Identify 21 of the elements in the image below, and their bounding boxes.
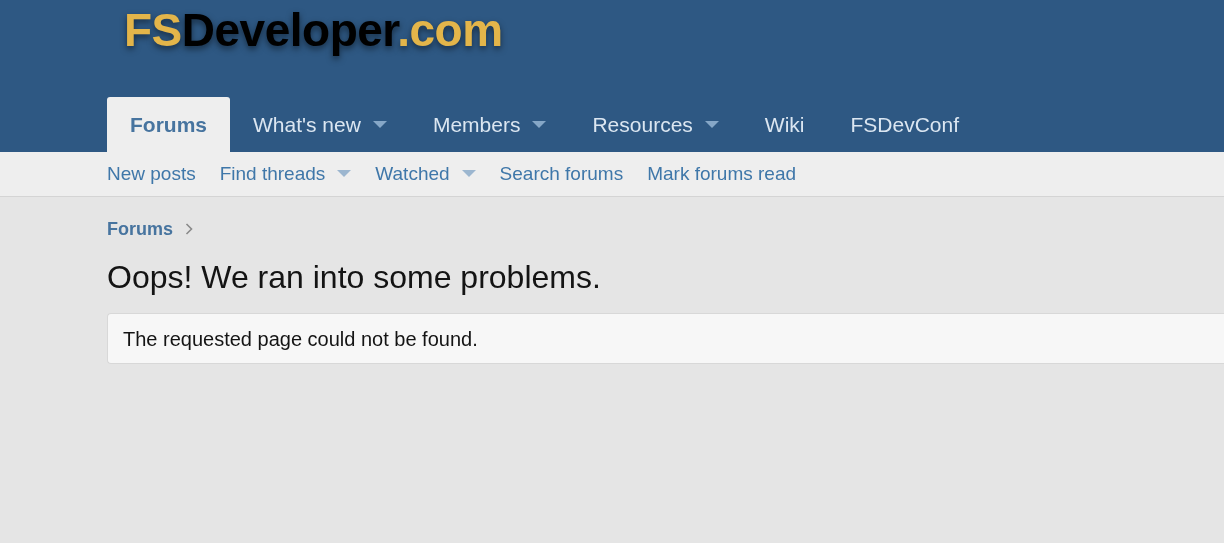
nav-tab[interactable]: Resources [569, 97, 742, 152]
sub-nav-link[interactable]: Find threads [219, 159, 352, 189]
nav-tab[interactable]: Forums [107, 97, 230, 152]
breadcrumb-link[interactable]: Forums [107, 215, 173, 243]
page-title: Oops! We ran into some problems. [107, 258, 602, 297]
nav-tab[interactable]: Members [409, 97, 570, 152]
caret-icon [461, 170, 476, 178]
nav-tab[interactable]: FSDevConf [827, 97, 983, 152]
nav-tab[interactable]: Wiki [741, 97, 828, 152]
caret-icon [372, 120, 387, 129]
caret-icon [337, 170, 352, 178]
caret-icon [532, 120, 547, 129]
sub-nav-link[interactable]: New posts [107, 159, 196, 189]
site-logo[interactable]: FSDeveloper.com [124, 2, 503, 58]
sub-nav-link[interactable]: Search forums [499, 159, 624, 189]
nav-tab[interactable]: What's new [230, 97, 410, 152]
caret-icon [704, 120, 719, 129]
sub-nav-link[interactable]: Watched [375, 159, 476, 189]
sub-nav-link[interactable]: Mark forums read [647, 159, 797, 189]
error-message: The requested page could not be found. [123, 326, 478, 352]
chevron-right-icon [185, 223, 193, 235]
